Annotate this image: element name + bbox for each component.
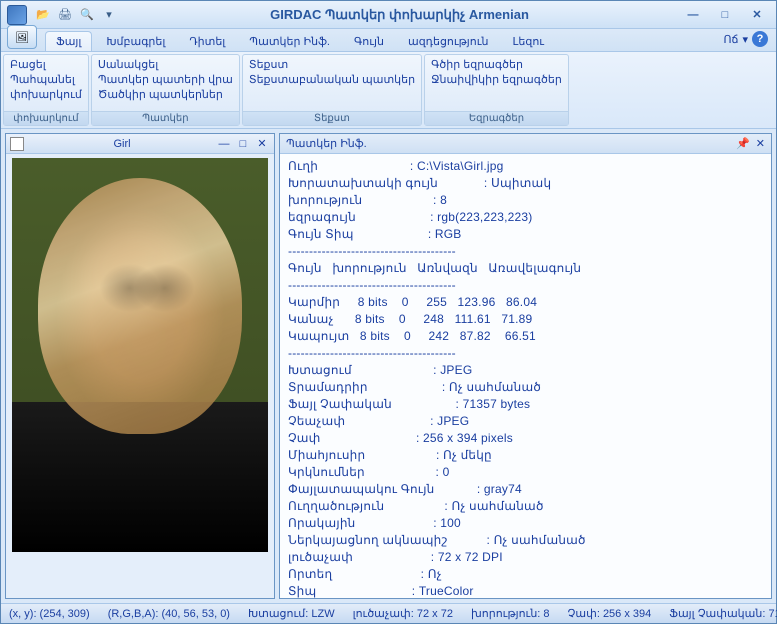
tab-color[interactable]: Գույն bbox=[344, 32, 394, 51]
style-dropdown[interactable]: Ոճ ▾ ? bbox=[723, 31, 768, 47]
doc-minimize-button[interactable]: — bbox=[216, 137, 232, 151]
statusbar: (x, y): (254, 309) (R,G,B,A): (40, 56, 5… bbox=[1, 603, 776, 623]
info-panel-title: Պատկեր Ինֆ. bbox=[286, 137, 736, 150]
app-title: GIRDAC Պատկեր փոխարկիչ Armenian bbox=[119, 7, 680, 23]
status-compression: Խտացում: LZW bbox=[248, 607, 335, 620]
image-preview[interactable] bbox=[12, 158, 268, 552]
status-resolution: լուծաչափ: 72 x 72 bbox=[353, 607, 453, 620]
chevron-down-icon: ▾ bbox=[742, 33, 748, 46]
document-content bbox=[6, 154, 274, 598]
btn-convert[interactable]: փոխարկում bbox=[10, 88, 82, 101]
ribbon-group-text: Տեքստ Տեքստաբանական պատկեր Տեքստ bbox=[242, 54, 422, 126]
status-rgba: (R,G,B,A): (40, 56, 53, 0) bbox=[108, 608, 230, 620]
btn-resize[interactable]: Սանակցել bbox=[98, 58, 233, 71]
tab-view[interactable]: Դիտել bbox=[179, 32, 235, 51]
pin-icon[interactable]: 📌 bbox=[736, 137, 750, 150]
ribbon-group-image: Սանակցել Պատկեր պատերի վրա Ծածկիր պատկեր… bbox=[91, 54, 240, 126]
maximize-button[interactable]: □ bbox=[712, 7, 738, 23]
style-label: Ոճ bbox=[723, 33, 738, 46]
btn-text-image[interactable]: Տեքստաբանական պատկեր bbox=[249, 73, 415, 86]
tab-image-info[interactable]: Պատկեր Ինֆ. bbox=[239, 32, 340, 51]
document-title: Girl bbox=[28, 138, 216, 150]
ribbon-group-borders: Գծիր եզրագծեր Ջնաիվիկիր եզրագծեր Եզրագծե… bbox=[424, 54, 569, 126]
print-icon[interactable]: 🖨 bbox=[55, 5, 75, 25]
info-panel: Պատկեր Ինֆ. 📌 ✕ Ուղի : C:\Vista\Girl.jpg… bbox=[279, 133, 772, 599]
ribbon-body: Բացել Պահպանել փոխարկում փոխարկում Սանակ… bbox=[1, 51, 776, 129]
workspace: Girl — □ ✕ Պատկեր Ինֆ. 📌 ✕ bbox=[1, 129, 776, 603]
btn-erase-borders[interactable]: Ջնաիվիկիր եզրագծեր bbox=[431, 73, 562, 86]
tab-language[interactable]: Լեզու bbox=[503, 32, 555, 51]
window-controls: — □ ✕ bbox=[680, 7, 770, 23]
btn-draw-borders[interactable]: Գծիր եզրագծեր bbox=[431, 58, 562, 71]
info-panel-body: Ուղի : C:\Vista\Girl.jpg Խորատախտակի գու… bbox=[280, 154, 771, 598]
titlebar: 📂 🖨 🔍 ▾ GIRDAC Պատկեր փոխարկիչ Armenian … bbox=[1, 1, 776, 29]
group-label-text: Տեքստ bbox=[243, 111, 421, 125]
close-button[interactable]: ✕ bbox=[744, 7, 770, 23]
tab-effect[interactable]: ազդեցություն bbox=[398, 32, 499, 51]
btn-text[interactable]: Տեքստ bbox=[249, 58, 415, 71]
ribbon-group-convert: Բացել Պահպանել փոխարկում փոխարկում bbox=[3, 54, 89, 126]
info-panel-header: Պատկեր Ինֆ. 📌 ✕ bbox=[280, 134, 771, 154]
doc-maximize-button[interactable]: □ bbox=[235, 137, 251, 151]
document-icon bbox=[10, 137, 24, 151]
status-filesize: Ֆայլ Չափական: 71357 bbox=[669, 607, 777, 620]
status-size: Չափ: 256 x 394 bbox=[568, 607, 652, 620]
start-button[interactable]: 🖼 bbox=[7, 25, 37, 49]
ribbon-tabs: 🖼 Ֆայլ Խմբագրել Դիտել Պատկեր Ինֆ. Գույն … bbox=[1, 29, 776, 51]
help-icon[interactable]: ? bbox=[752, 31, 768, 47]
group-label-borders: Եզրագծեր bbox=[425, 111, 568, 125]
picture-icon: 🖼 bbox=[15, 31, 29, 44]
preview-icon[interactable]: 🔍 bbox=[77, 5, 97, 25]
btn-open[interactable]: Բացել bbox=[10, 58, 82, 71]
btn-overlay[interactable]: Ծածկիր պատկերներ bbox=[98, 88, 233, 101]
btn-save[interactable]: Պահպանել bbox=[10, 73, 82, 86]
doc-close-button[interactable]: ✕ bbox=[254, 137, 270, 151]
app-window: 📂 🖨 🔍 ▾ GIRDAC Պատկեր փոխարկիչ Armenian … bbox=[0, 0, 777, 624]
quick-access-toolbar: 📂 🖨 🔍 ▾ bbox=[33, 5, 119, 25]
panel-close-icon[interactable]: ✕ bbox=[756, 137, 765, 150]
status-depth: խորություն: 8 bbox=[471, 607, 550, 620]
minimize-button[interactable]: — bbox=[680, 7, 706, 23]
app-icon bbox=[7, 5, 27, 25]
tab-file[interactable]: Ֆայլ bbox=[45, 31, 92, 51]
document-titlebar: Girl — □ ✕ bbox=[6, 134, 274, 154]
open-icon[interactable]: 📂 bbox=[33, 5, 53, 25]
group-label-image: Պատկեր bbox=[92, 111, 239, 125]
qat-dropdown-icon[interactable]: ▾ bbox=[99, 5, 119, 25]
document-window: Girl — □ ✕ bbox=[5, 133, 275, 599]
btn-wallpaper[interactable]: Պատկեր պատերի վրա bbox=[98, 73, 233, 86]
status-xy: (x, y): (254, 309) bbox=[9, 608, 90, 620]
group-label-convert: փոխարկում bbox=[4, 111, 88, 125]
tab-edit[interactable]: Խմբագրել bbox=[96, 32, 175, 51]
